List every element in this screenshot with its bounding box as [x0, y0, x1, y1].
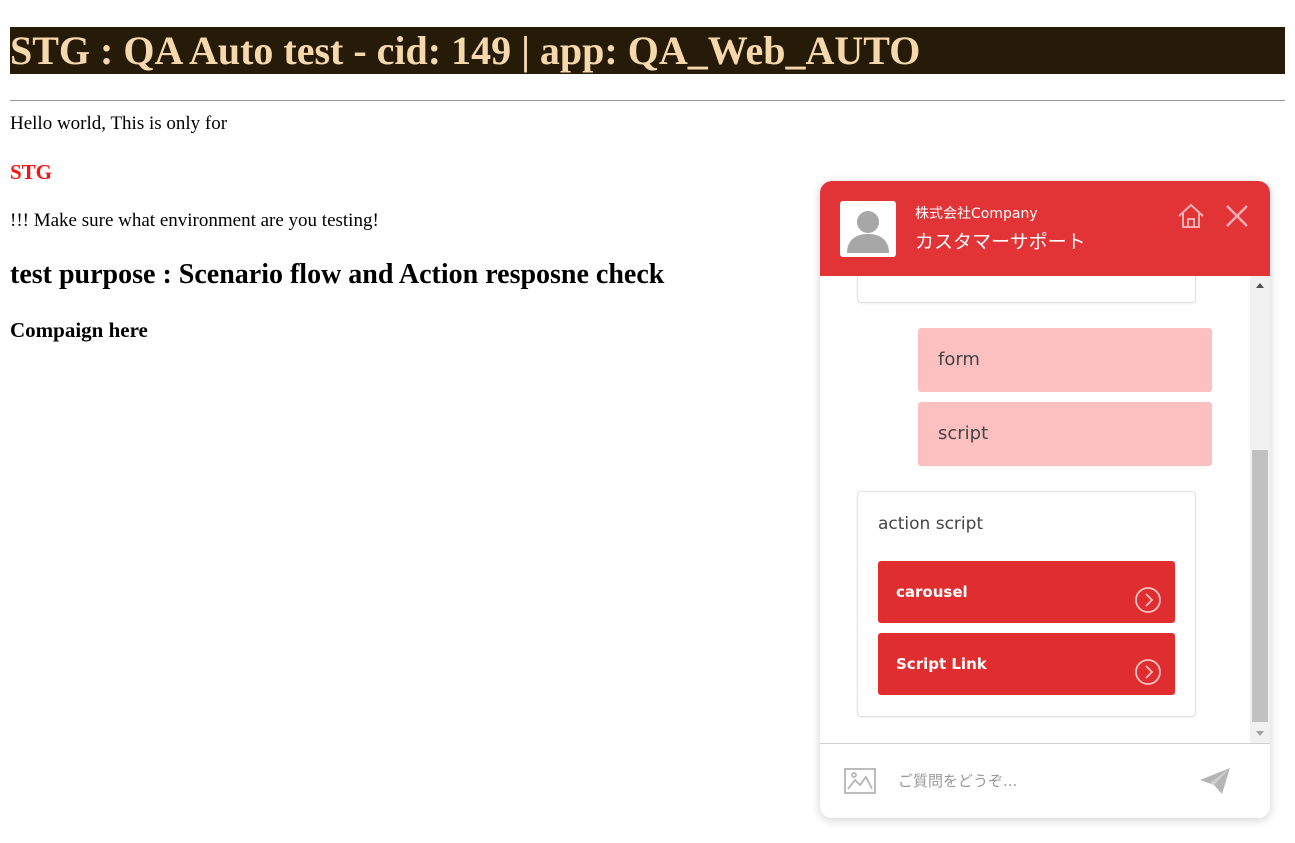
divider: [10, 100, 1285, 101]
chevron-right-icon: [1134, 650, 1162, 685]
chat-input-bar: [820, 743, 1270, 818]
send-icon[interactable]: [1198, 766, 1232, 796]
user-message-bubble: form: [918, 328, 1212, 392]
chat-subtitle: カスタマーサポート: [915, 231, 1086, 253]
carousel-button[interactable]: carousel: [878, 561, 1175, 623]
script-link-button[interactable]: Script Link: [878, 633, 1175, 695]
home-icon[interactable]: [1176, 201, 1206, 231]
chat-messages: form script action script carousel Scrip…: [820, 276, 1270, 743]
company-name: 株式会社Company: [915, 206, 1038, 222]
image-icon[interactable]: [843, 766, 877, 796]
close-icon[interactable]: [1222, 201, 1252, 231]
environment-label: STG: [10, 160, 53, 184]
user-message-bubble: script: [918, 402, 1212, 466]
user-avatar-icon: [840, 201, 896, 257]
chat-widget: 株式会社Company カスタマーサポート form script action…: [820, 181, 1270, 818]
action-card-title: action script: [878, 514, 984, 534]
page-content: STG : QA Auto test - cid: 149 | app: QA_…: [10, 0, 1285, 342]
previous-message-card: [857, 276, 1196, 303]
chat-scrollbar[interactable]: [1250, 276, 1270, 743]
carousel-button-label: carousel: [896, 583, 968, 601]
environment-warning: !!! Make sure what environment are you t…: [10, 210, 379, 231]
chat-header: 株式会社Company カスタマーサポート: [820, 181, 1270, 276]
message-input[interactable]: [896, 762, 1180, 800]
scrollbar-thumb[interactable]: [1252, 450, 1268, 722]
scroll-up-arrow-icon[interactable]: [1250, 276, 1270, 296]
action-script-card: action script carousel Script Link: [857, 491, 1196, 717]
page-title: STG : QA Auto test - cid: 149 | app: QA_…: [10, 27, 1285, 74]
scroll-down-arrow-icon[interactable]: [1250, 723, 1270, 743]
chevron-right-icon: [1134, 578, 1162, 613]
hello-text: Hello world, This is only for: [10, 113, 228, 134]
test-purpose-heading: test purpose : Scenario flow and Action …: [10, 259, 665, 290]
campaign-heading: Compaign here: [10, 318, 148, 342]
script-link-button-label: Script Link: [896, 655, 987, 673]
